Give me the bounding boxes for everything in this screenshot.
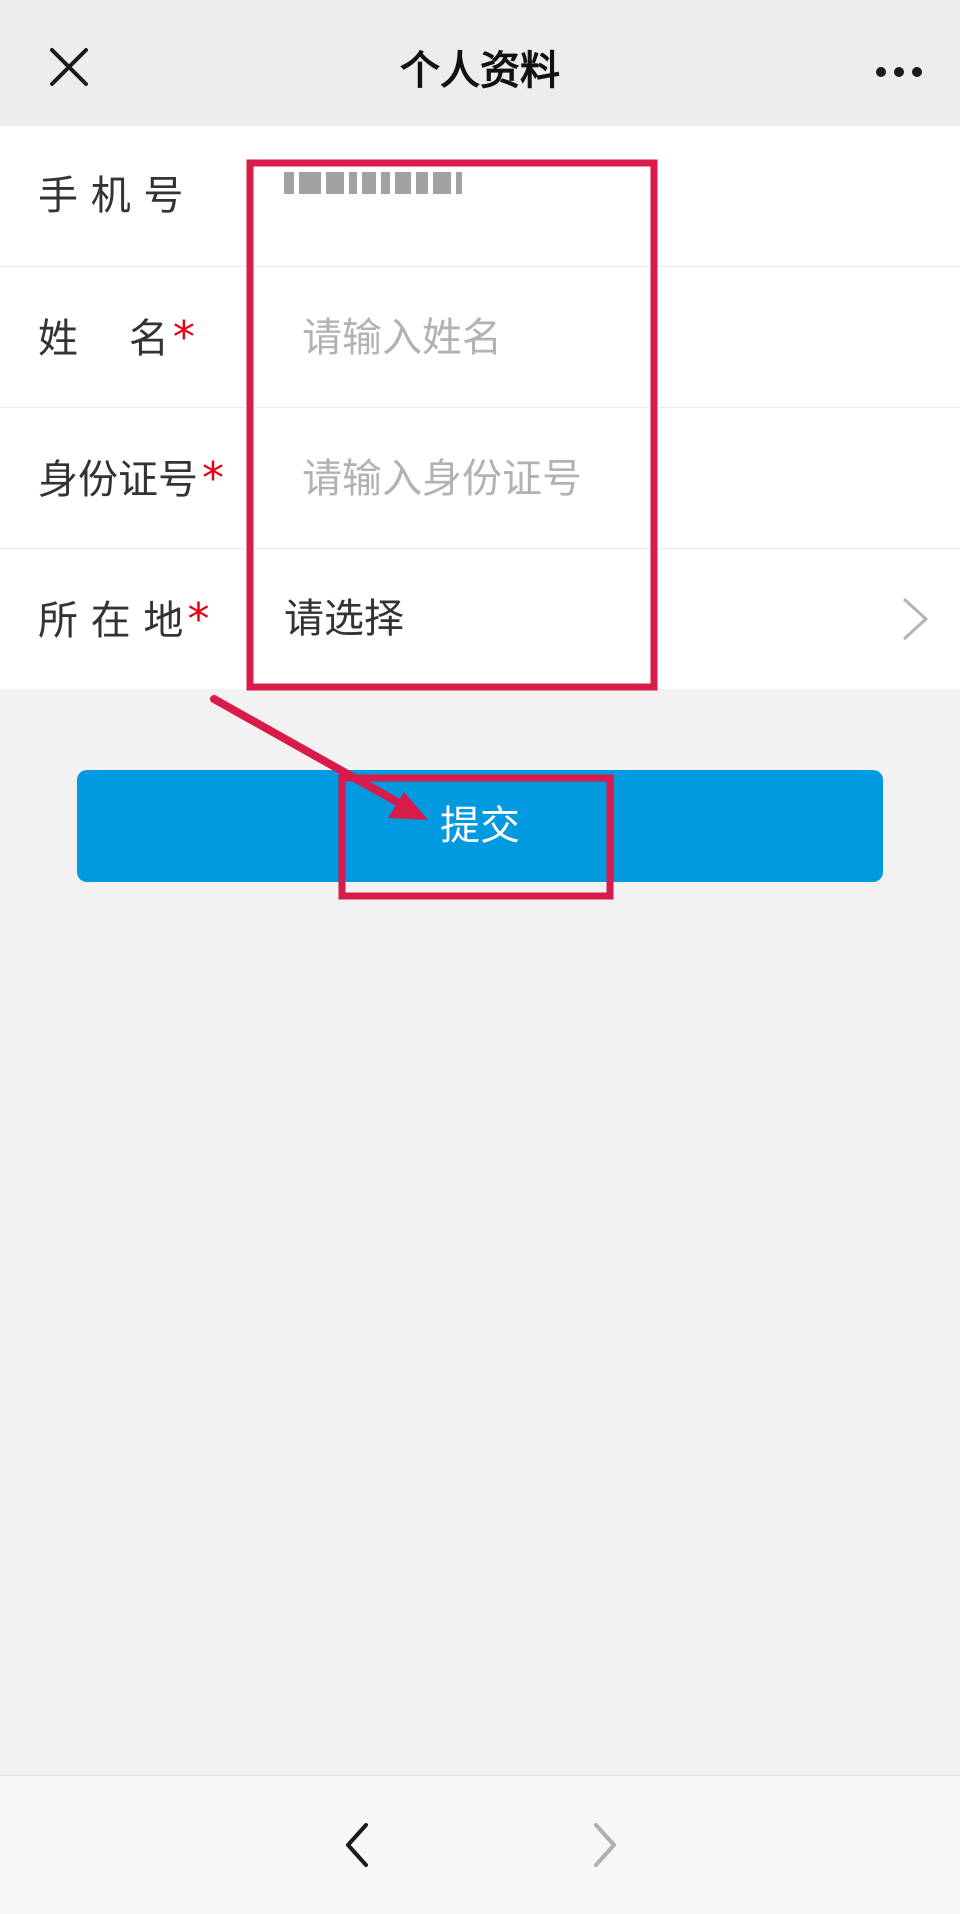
- required-mark: *: [172, 312, 195, 363]
- id-number-label: 身份证号*: [38, 453, 224, 504]
- back-button[interactable]: [322, 1810, 392, 1880]
- navbar: 个人资料: [0, 0, 960, 126]
- phone-label: 手 机 号: [38, 173, 184, 219]
- chevron-right-icon: [594, 1823, 616, 1867]
- more-button[interactable]: [864, 44, 934, 100]
- phone-value-masked: [284, 126, 467, 267]
- id-number-row: 身份证号*: [0, 408, 960, 549]
- location-label: 所 在 地*: [38, 594, 210, 645]
- forward-button[interactable]: [570, 1810, 640, 1880]
- submit-button[interactable]: 提交: [77, 770, 883, 882]
- chevron-right-icon: [902, 597, 928, 641]
- name-input[interactable]: [300, 301, 864, 375]
- location-row[interactable]: 所 在 地* 请选择: [0, 549, 960, 689]
- name-row: 姓 名*: [0, 267, 960, 408]
- more-dots-icon: [876, 67, 922, 77]
- required-mark: *: [187, 594, 210, 645]
- chevron-left-icon: [346, 1823, 368, 1867]
- page-title: 个人资料: [400, 48, 560, 94]
- name-label: 姓 名*: [38, 312, 195, 363]
- id-number-input[interactable]: [300, 442, 864, 516]
- required-mark: *: [202, 453, 224, 504]
- phone-row: 手 机 号: [0, 126, 960, 267]
- bottom-nav-bar: [0, 1775, 960, 1914]
- location-select[interactable]: 请选择: [284, 549, 404, 689]
- profile-form: 手 机 号 姓 名* 身份证号* 所 在 地* 请选择: [0, 126, 960, 689]
